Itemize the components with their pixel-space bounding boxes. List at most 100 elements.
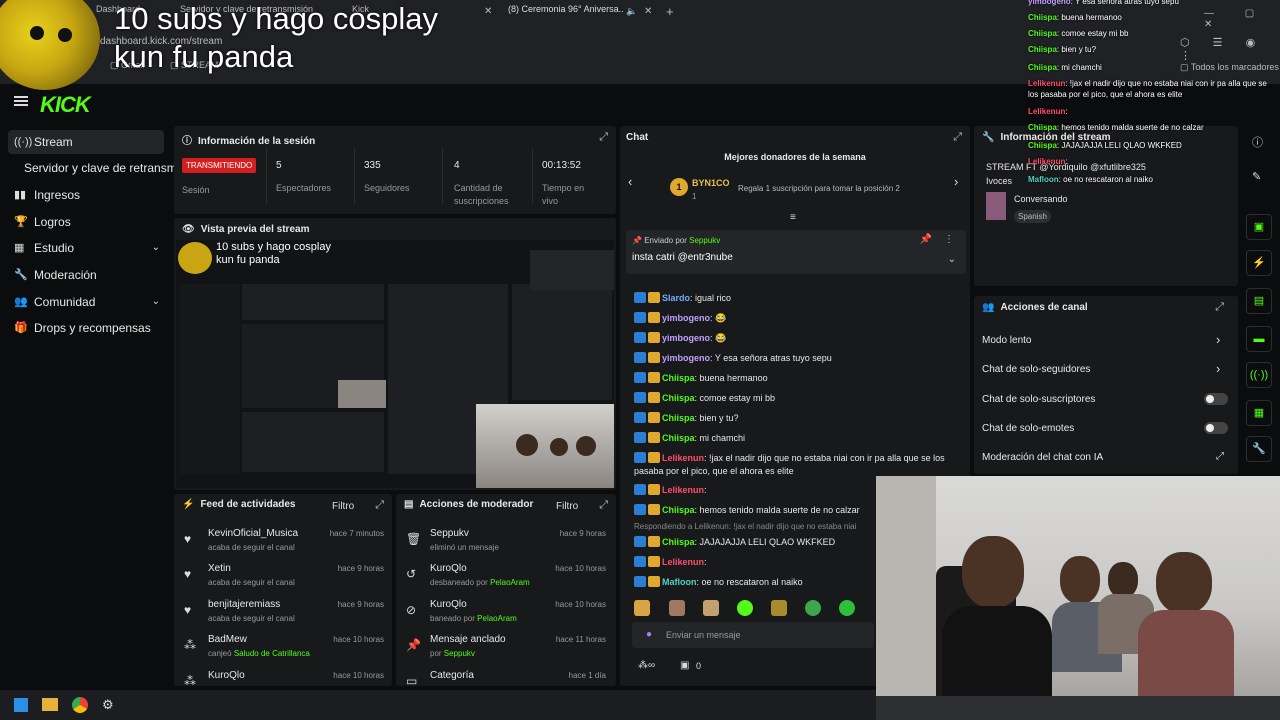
close-tab-icon-2[interactable]: ✕ [644, 6, 652, 17]
more-icon[interactable]: ⋮ [944, 234, 954, 245]
stream-preview[interactable]: 10 subs y hago cosplay kun fu panda [176, 240, 614, 488]
ai-moderation[interactable]: Moderación del chat con IA [982, 452, 1103, 463]
feed-name[interactable]: Xetin [208, 563, 231, 574]
tab-ceremonia[interactable]: (8) Ceremonia 96° Aniversa... [508, 4, 623, 22]
sidebar-item-moderacion[interactable]: 🔧 Moderación [8, 263, 164, 287]
mod-by: PelaoAram [490, 578, 530, 587]
sidebar-item-stream[interactable]: ((·)) Stream [8, 130, 164, 154]
mod-name[interactable]: Seppukv [430, 528, 469, 539]
slow-mode[interactable]: Modo lento [982, 335, 1031, 346]
overlay-title-line1: 10 subs y hago cosplay [114, 1, 438, 36]
sidebar-item-ingresos[interactable]: ▮▮ Ingresos [8, 183, 164, 207]
emotes-only-toggle[interactable] [1204, 422, 1228, 434]
users-icon[interactable]: ⁂∞ [638, 660, 655, 671]
expand-icon[interactable]: ⤢ [953, 131, 962, 144]
chrome-icon[interactable] [72, 697, 88, 713]
sidebar-item-estudio[interactable]: ▦ Estudio ⌄ [8, 236, 164, 260]
external-link-icon[interactable]: ⤢ [1216, 451, 1224, 462]
mod-name[interactable]: KuroQlo [430, 563, 467, 574]
feed-name[interactable]: benjitajeremiass [208, 599, 280, 610]
file-explorer-icon[interactable] [42, 698, 58, 711]
menu-icon[interactable] [14, 96, 28, 106]
quick-bolt-icon[interactable]: ⚡ [1246, 250, 1272, 276]
cam-wall [876, 476, 936, 720]
feed-name[interactable]: KevinOficial_Musica [208, 528, 298, 539]
points-icon[interactable]: ▣ [680, 660, 689, 671]
expand-icon[interactable]: ⤢ [599, 499, 608, 512]
overlay-chat-text: : oe no rescataron al naiko [1058, 175, 1153, 184]
quick-doc-icon[interactable]: ▤ [1246, 288, 1272, 314]
windows-start-icon[interactable] [14, 698, 28, 712]
category-icon: ▭ [406, 674, 418, 686]
expand-icon[interactable]: ⤢ [375, 499, 384, 512]
chat-username[interactable]: Slardo [662, 293, 690, 303]
document-icon: ▤ [404, 499, 414, 510]
chevron-right-icon[interactable]: › [1216, 361, 1220, 376]
speaker-icon[interactable]: 🔈 [626, 6, 637, 17]
sidebar-item-drops[interactable]: 🎁 Drops y recompensas [8, 316, 164, 340]
feed-row: ♥ Xetin acaba de seguir el canal hace 9 hor… [182, 561, 388, 595]
close-tab-icon[interactable]: ✕ [484, 6, 492, 17]
chevron-down-icon[interactable]: ⌄ [948, 254, 956, 265]
mod-by: Seppukv [443, 649, 475, 658]
chat-username[interactable]: Chiispa [662, 413, 695, 423]
next-arrow-icon[interactable]: › [954, 174, 958, 189]
chat-username[interactable]: Lelikenun [662, 557, 704, 567]
prev-arrow-icon[interactable]: ‹ [628, 174, 632, 189]
mod-name[interactable]: Mensaje anclado [430, 634, 506, 645]
emote-1[interactable] [634, 600, 650, 616]
feed-row: ♥ KevinOficial_Musica acaba de seguir el c… [182, 526, 388, 560]
overlay-chat-line: Chiispa: mi chamchi [1028, 62, 1276, 73]
overlay-chat-text: : [1065, 157, 1068, 166]
modactions-filter-button[interactable]: Filtro [556, 501, 578, 512]
sidebar-item-logros[interactable]: 🏆 Logros [8, 210, 164, 234]
chat-username[interactable]: Chiispa [662, 373, 695, 383]
subs-only[interactable]: Chat de solo-suscriptores [982, 394, 1095, 405]
quick-screen-icon[interactable]: ▣ [1246, 214, 1272, 240]
language-tag: Spanish [1014, 210, 1051, 223]
quick-broadcast-icon[interactable]: ((·)) [1246, 362, 1272, 388]
feed-name[interactable]: BadMew [208, 634, 247, 645]
quick-wrench-icon[interactable]: 🔧 [1246, 436, 1272, 462]
sidebar-item-servidor[interactable]: Servidor y clave de retransmisión [8, 156, 176, 180]
emote-7[interactable] [839, 600, 855, 616]
feed-row: ♥ benjitajeremiass acaba de seguir el cana… [182, 597, 388, 631]
category-name[interactable]: Conversando [1014, 194, 1068, 204]
emotes-only[interactable]: Chat de solo-emotes [982, 423, 1074, 434]
chat-username[interactable]: yimbogeno [662, 333, 710, 343]
unpin-icon[interactable]: 📌 [920, 234, 932, 245]
chat-username[interactable]: Lelikenun [662, 453, 704, 463]
sidebar-item-comunidad[interactable]: 👥 Comunidad ⌄ [8, 290, 164, 314]
chat-input[interactable]: ● Enviar un mensaje [632, 622, 874, 648]
donor-name[interactable]: BYN1CO [692, 178, 730, 188]
mod-name[interactable]: Categoría [430, 670, 474, 681]
expand-icon[interactable]: ⤢ [599, 131, 608, 144]
settings-icon[interactable]: ⚙ [102, 697, 114, 713]
emote-2[interactable] [669, 600, 685, 616]
kick-logo[interactable]: KICK [40, 92, 91, 118]
chat-username[interactable]: Chiispa [662, 393, 695, 403]
chat-username[interactable]: Mafloon [662, 577, 697, 587]
quick-chat-icon[interactable]: ▬ [1246, 326, 1272, 352]
mod-name[interactable]: KuroQlo [430, 599, 467, 610]
chat-username[interactable]: yimbogeno [662, 353, 710, 363]
chat-username[interactable]: Chiispa [662, 537, 695, 547]
chat-username[interactable]: yimbogeno [662, 313, 710, 323]
expand-icon[interactable]: ⤢ [1215, 301, 1224, 314]
chevron-right-icon[interactable]: › [1216, 332, 1220, 347]
chat-username[interactable]: Chiispa [662, 505, 695, 515]
category-thumbnail [986, 192, 1006, 220]
emote-6[interactable] [805, 600, 821, 616]
feed-name[interactable]: KuroQlo [208, 670, 245, 681]
chat-username[interactable]: Lelikenun [662, 485, 704, 495]
emote-3[interactable] [703, 600, 719, 616]
emote-5[interactable] [771, 600, 787, 616]
new-tab-icon[interactable]: + [666, 4, 674, 19]
chat-username[interactable]: Chiispa [662, 433, 695, 443]
emote-4[interactable] [737, 600, 753, 616]
quick-card-icon[interactable]: ▦ [1246, 400, 1272, 426]
subs-only-toggle[interactable] [1204, 393, 1228, 405]
feed-filter-button[interactable]: Filtro [332, 501, 354, 512]
followers-only[interactable]: Chat de solo-seguidores [982, 364, 1090, 375]
collapse-icon[interactable]: ≡ [790, 212, 796, 223]
